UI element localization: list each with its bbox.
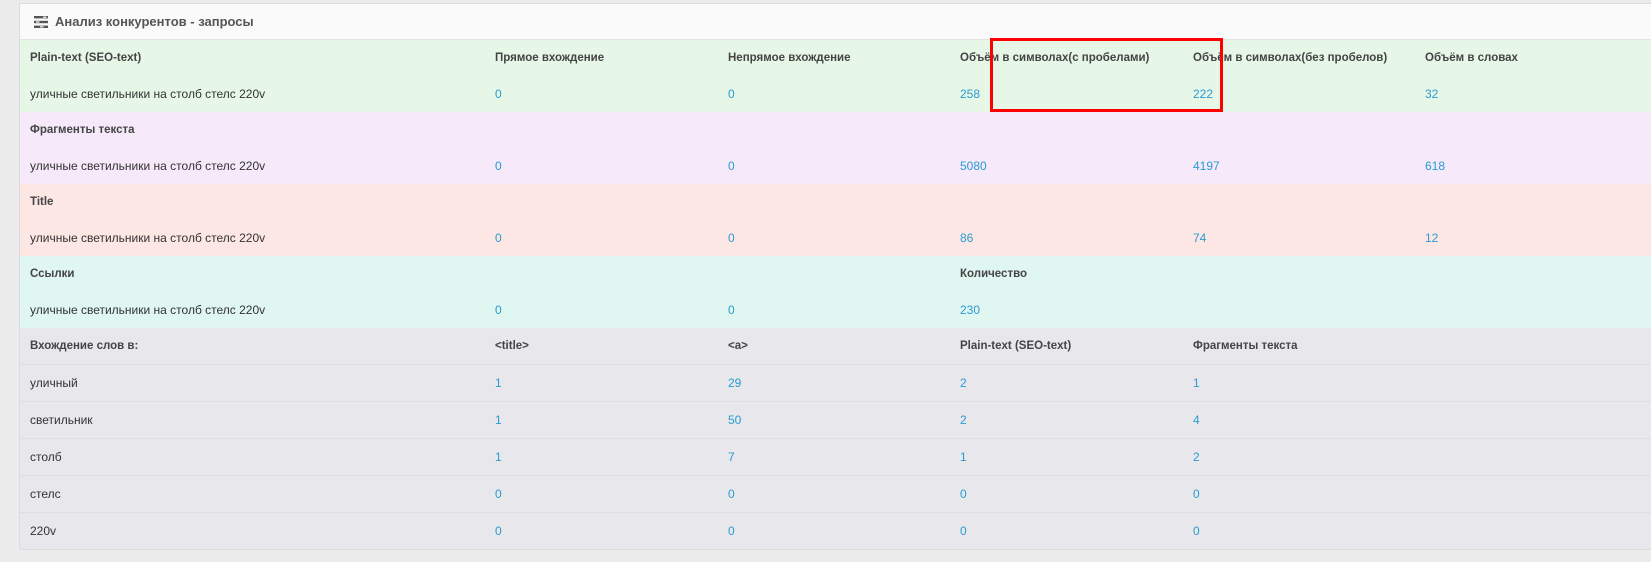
- value-cell: 32: [1415, 76, 1651, 112]
- value-cell: 74: [1183, 220, 1415, 256]
- value-cell: 1: [950, 438, 1183, 476]
- value-cell: 0: [485, 148, 718, 184]
- fragments-header-row: Фрагменты текста: [20, 112, 1651, 148]
- column-header: Объём в словах: [1415, 40, 1651, 76]
- word-entry-header-row: Вхождение слов в: <title> <a> Plain-text…: [20, 328, 1651, 365]
- value-cell: 0: [485, 220, 718, 256]
- table-row: 220v 0 0 0 0: [20, 512, 1651, 549]
- value-cell: 0: [718, 148, 950, 184]
- value-cell: 0: [485, 76, 718, 112]
- column-header: Непрямое вхождение: [718, 40, 950, 76]
- analysis-table: Plain-text (SEO-text) Прямое вхождение Н…: [20, 40, 1651, 549]
- column-header: <a>: [718, 328, 950, 365]
- column-header: Plain-text (SEO-text): [950, 328, 1183, 365]
- value-cell: 0: [1183, 475, 1415, 513]
- query-cell: уличные светильники на столб стелс 220v: [20, 148, 485, 184]
- value-cell: 4: [1183, 401, 1415, 439]
- table-row: уличный 1 29 2 1: [20, 364, 1651, 402]
- tasks-icon: [34, 15, 48, 28]
- panel-heading: Анализ конкурентов - запросы: [20, 4, 1651, 40]
- column-header: Объём в символах(с пробелами): [950, 40, 1183, 76]
- competitor-analysis-panel: Анализ конкурентов - запросы Plain-text …: [19, 3, 1651, 550]
- table-row: уличные светильники на столб стелс 220v …: [20, 148, 1651, 184]
- value-cell: 5080: [950, 148, 1183, 184]
- title-header-row: Title: [20, 184, 1651, 220]
- value-cell: 0: [718, 512, 950, 549]
- value-cell: 0: [485, 512, 718, 549]
- value-cell: 0: [1183, 512, 1415, 549]
- table-row: уличные светильники на столб стелс 220v …: [20, 76, 1651, 112]
- value-cell: 1: [485, 364, 718, 402]
- column-header: Вхождение слов в:: [20, 328, 485, 365]
- table-row: светильник 1 50 2 4: [20, 401, 1651, 439]
- value-cell: 7: [718, 438, 950, 476]
- section-header: Ссылки: [20, 256, 485, 292]
- query-cell: уличные светильники на столб стелс 220v: [20, 220, 485, 256]
- links-header-row: Ссылки Количество: [20, 256, 1651, 292]
- word-cell: 220v: [20, 512, 485, 549]
- value-cell: 29: [718, 364, 950, 402]
- table-row: столб 1 7 1 2: [20, 438, 1651, 476]
- section-header: Фрагменты текста: [20, 112, 485, 148]
- table-row: стелс 0 0 0 0: [20, 475, 1651, 513]
- value-cell: 230: [950, 292, 1183, 328]
- query-cell: уличные светильники на столб стелс 220v: [20, 76, 485, 112]
- value-cell: 2: [1183, 438, 1415, 476]
- table-row: уличные светильники на столб стелс 220v …: [20, 292, 1651, 328]
- value-cell: 86: [950, 220, 1183, 256]
- value-cell: 0: [950, 475, 1183, 513]
- value-cell: 618: [1415, 148, 1651, 184]
- value-cell: 2: [950, 364, 1183, 402]
- value-cell: 258: [950, 76, 1183, 112]
- table-row: уличные светильники на столб стелс 220v …: [20, 220, 1651, 256]
- column-header: Объём в символах(без пробелов): [1183, 40, 1415, 76]
- query-cell: уличные светильники на столб стелс 220v: [20, 292, 485, 328]
- word-cell: столб: [20, 438, 485, 476]
- column-header: Фрагменты текста: [1183, 328, 1415, 365]
- value-cell: 4197: [1183, 148, 1415, 184]
- value-cell: 1: [485, 401, 718, 439]
- value-cell: 12: [1415, 220, 1651, 256]
- value-cell: 0: [485, 475, 718, 513]
- value-cell: 222: [1183, 76, 1415, 112]
- word-cell: светильник: [20, 401, 485, 439]
- value-cell: 50: [718, 401, 950, 439]
- word-cell: стелс: [20, 475, 485, 513]
- word-cell: уличный: [20, 364, 485, 402]
- section-header: Title: [20, 184, 485, 220]
- value-cell: 1: [1183, 364, 1415, 402]
- column-header: Прямое вхождение: [485, 40, 718, 76]
- value-cell: 0: [718, 220, 950, 256]
- value-cell: 0: [485, 292, 718, 328]
- value-cell: 1: [485, 438, 718, 476]
- value-cell: 0: [718, 292, 950, 328]
- column-header: Количество: [950, 256, 1183, 292]
- value-cell: 2: [950, 401, 1183, 439]
- value-cell: 0: [950, 512, 1183, 549]
- column-header: Plain-text (SEO-text): [20, 40, 485, 76]
- plain-text-header-row: Plain-text (SEO-text) Прямое вхождение Н…: [20, 40, 1651, 76]
- column-header: <title>: [485, 328, 718, 365]
- panel-title: Анализ конкурентов - запросы: [55, 14, 254, 29]
- value-cell: 0: [718, 475, 950, 513]
- value-cell: 0: [718, 76, 950, 112]
